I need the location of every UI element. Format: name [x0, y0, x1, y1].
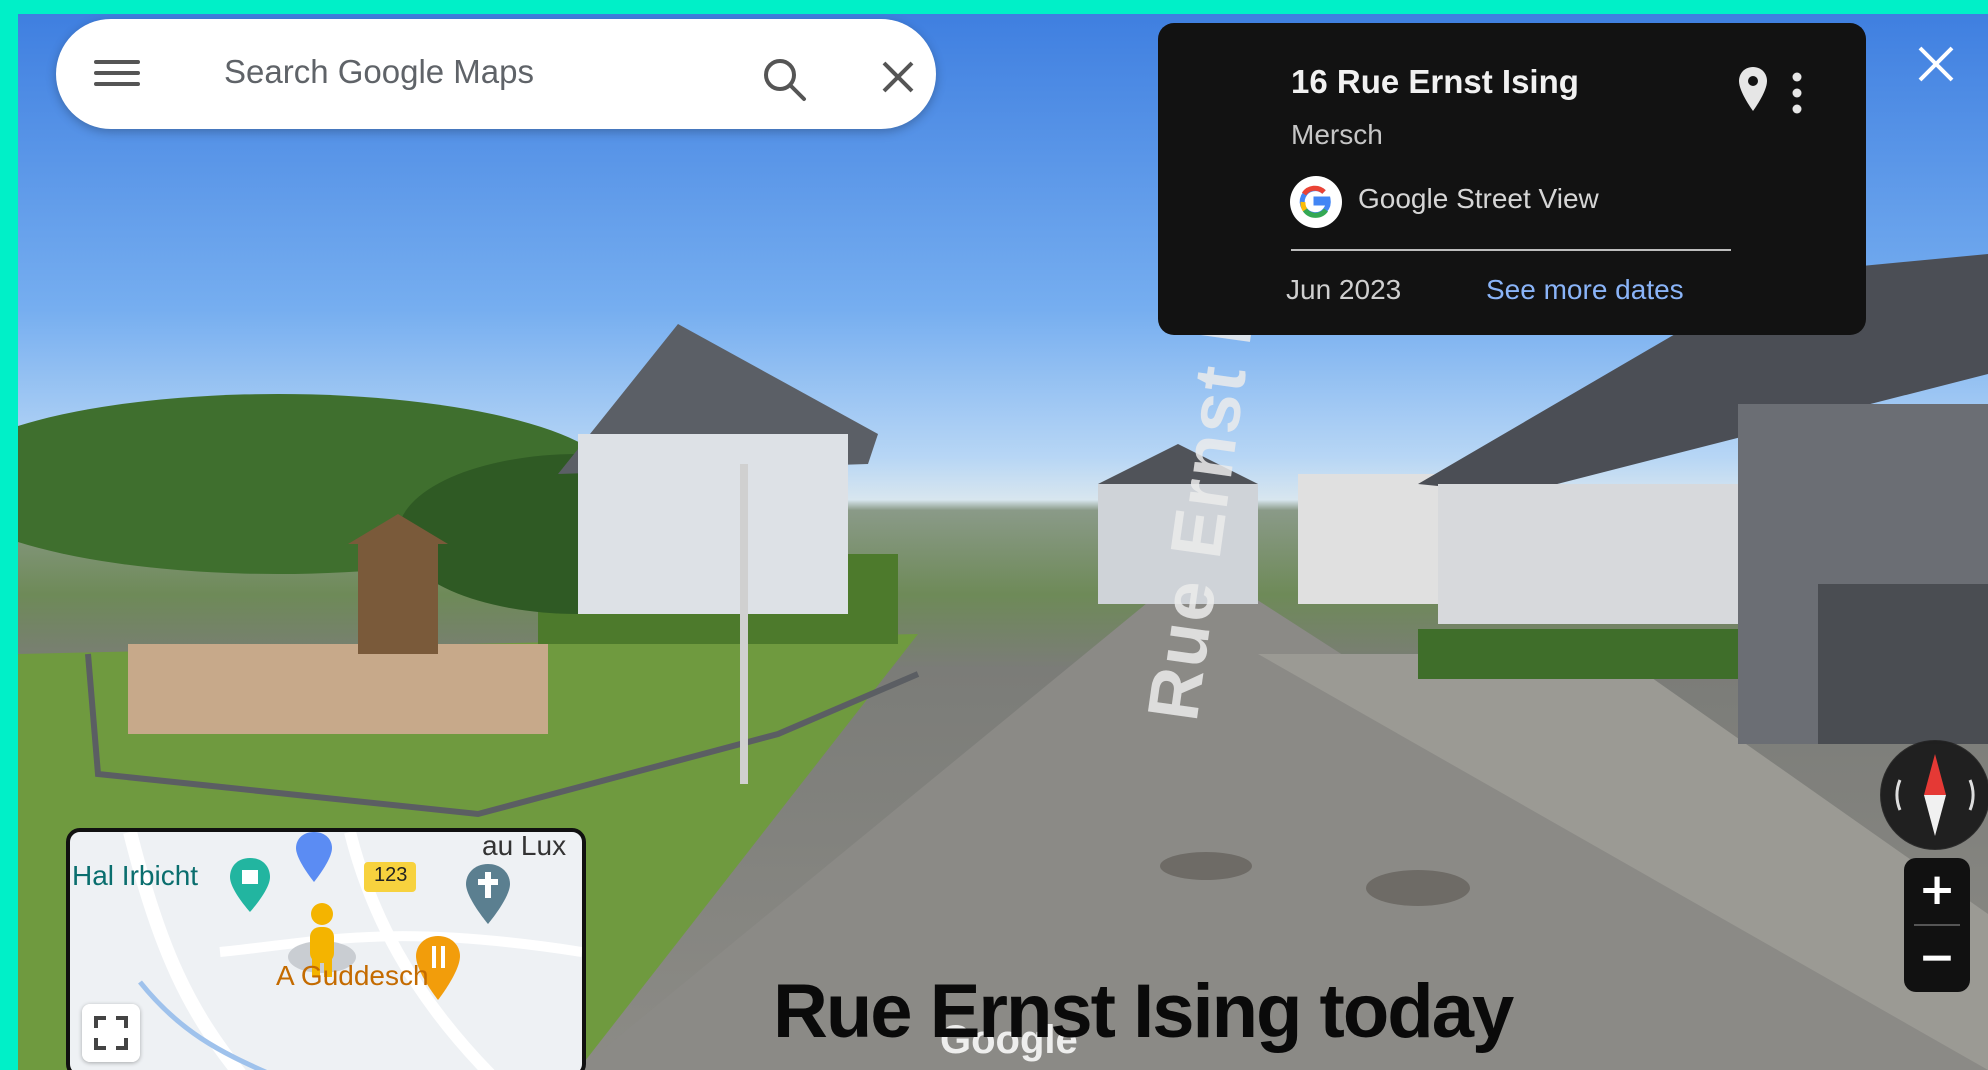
manhole	[1366, 870, 1470, 906]
google-logo-icon	[1290, 176, 1342, 228]
street-view-frame[interactable]: Rue Ernst Ising Google Search Google Map…	[18, 14, 1988, 1070]
house-right-wall	[1438, 484, 1758, 624]
divider	[1291, 249, 1731, 251]
playground-area	[128, 644, 548, 734]
address-title: 16 Rue Ernst Ising	[1291, 63, 1579, 100]
compass-icon[interactable]	[1880, 740, 1988, 850]
location-pin-icon[interactable]	[1736, 65, 1770, 113]
search-input[interactable]: Search Google Maps	[224, 53, 534, 91]
see-more-dates-link[interactable]: See more dates	[1486, 274, 1684, 306]
menu-icon[interactable]	[94, 53, 140, 95]
search-bar[interactable]: Search Google Maps	[56, 19, 936, 129]
expand-icon[interactable]	[82, 1004, 140, 1062]
cemetery-pin-icon	[466, 864, 510, 924]
zoom-out-icon[interactable]: −	[1904, 926, 1970, 992]
search-icon[interactable]	[760, 55, 808, 103]
close-icon[interactable]	[878, 57, 918, 97]
minimap-label-au-lux: au Lux	[482, 830, 567, 861]
locality: Mersch	[1291, 119, 1383, 150]
source-label: Google Street View	[1358, 183, 1599, 214]
manhole	[1160, 852, 1252, 880]
close-icon[interactable]	[1916, 44, 1956, 84]
location-info-panel: 16 Rue Ernst Ising Mersch Google Street …	[1158, 23, 1866, 335]
sign-pole	[740, 464, 748, 784]
more-vert-icon[interactable]	[1790, 71, 1804, 115]
minimap-label-a-guddesch: A Guddesch	[276, 960, 429, 991]
garage-door	[1818, 584, 1988, 744]
capture-date: Jun 2023	[1286, 274, 1402, 305]
zoom-in-icon[interactable]: +	[1904, 858, 1970, 924]
park-pin-icon	[230, 858, 270, 912]
house-left-wall	[578, 434, 848, 614]
hedge-right	[1418, 629, 1738, 679]
minimap-route-number: 123	[374, 864, 408, 886]
caption: Rue Ernst Ising today	[773, 969, 1514, 1054]
playground-tower	[358, 544, 438, 654]
minimap-label-hal-irbicht: Hal Irbicht	[72, 860, 199, 891]
minimap[interactable]: Hal Irbicht au Lux 123 A Guddesch	[66, 828, 586, 1070]
shopping-pin-icon	[296, 832, 332, 882]
zoom-controls: + −	[1904, 858, 1970, 992]
